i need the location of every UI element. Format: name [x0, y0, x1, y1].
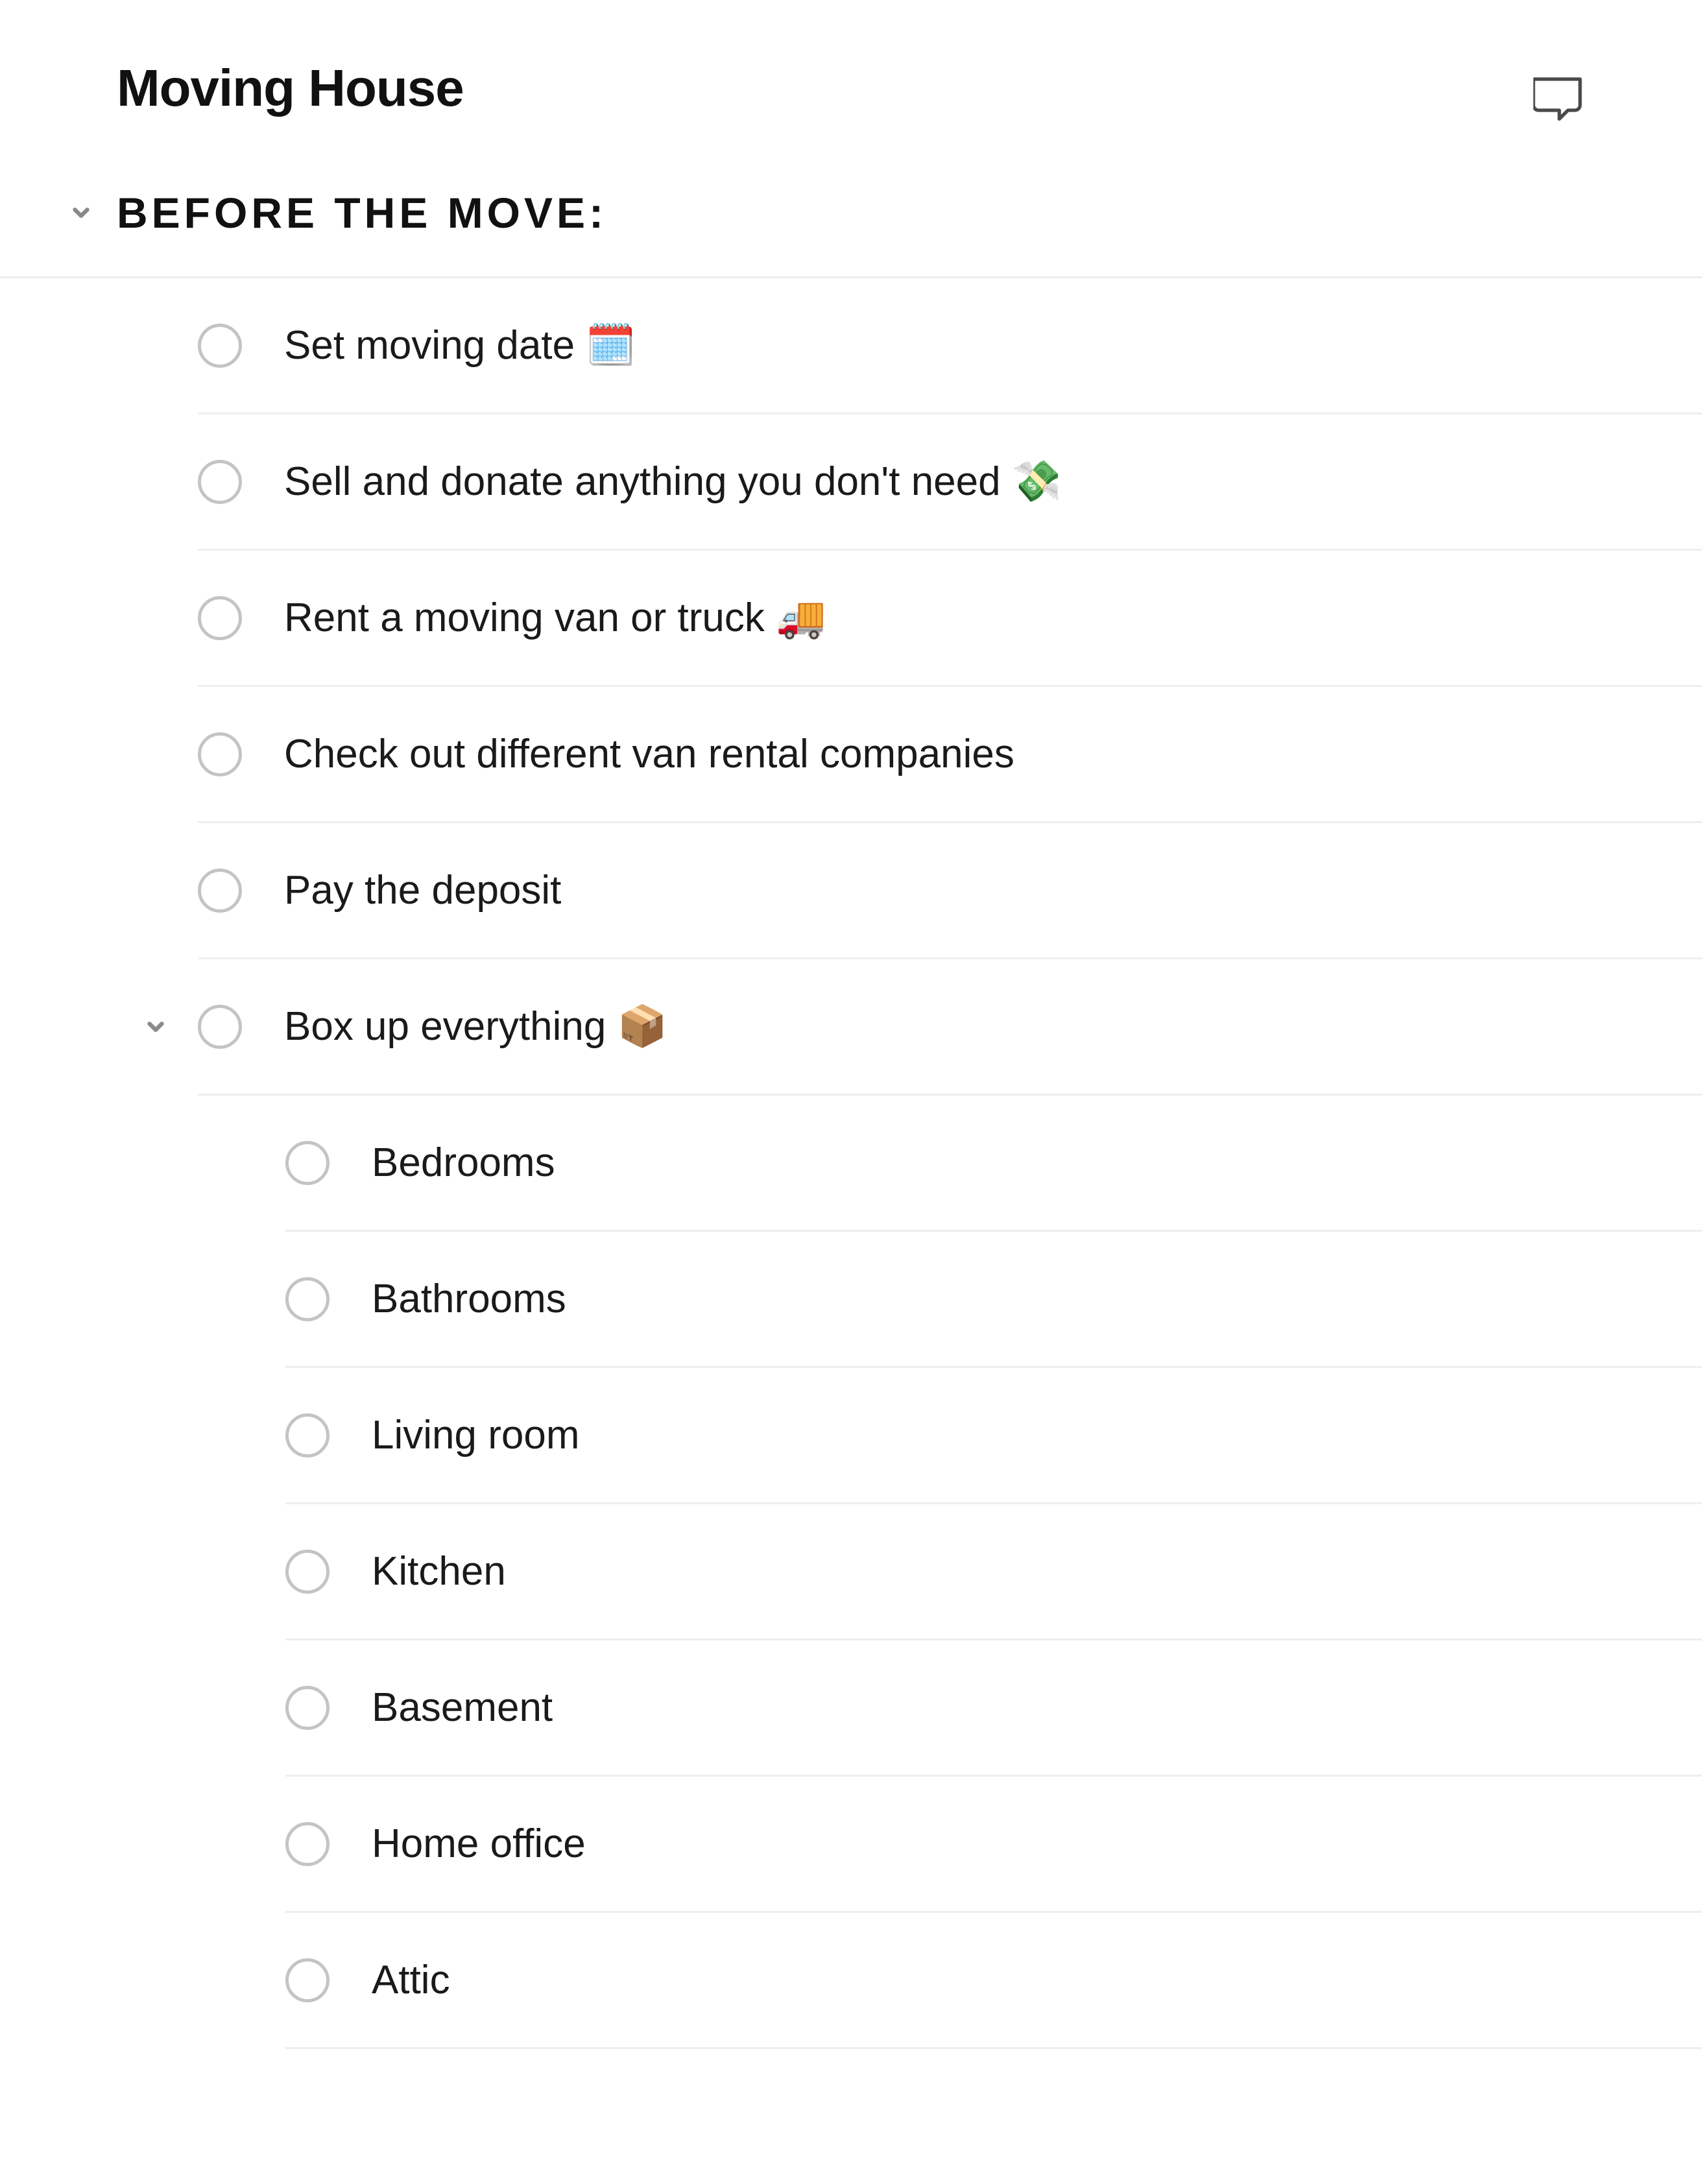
checkbox[interactable] — [198, 869, 242, 913]
checkbox[interactable] — [285, 1550, 330, 1594]
task-item[interactable]: Check out different van rental companies — [198, 687, 1702, 823]
task-label: Living room — [372, 1412, 579, 1458]
section-title-text: BEFORE THE MOVE — [117, 189, 589, 237]
task-item[interactable]: Kitchen — [285, 1504, 1702, 1640]
task-item[interactable]: Box up everything 📦 — [198, 959, 1702, 1096]
section-header: BEFORE THE MOVE: — [0, 188, 1702, 237]
checkbox[interactable] — [198, 732, 242, 776]
task-label: Attic — [372, 1957, 450, 2003]
task-label: Bedrooms — [372, 1140, 555, 1186]
task-label: Home office — [372, 1821, 586, 1867]
task-label: Sell and donate anything you don't need … — [284, 458, 1062, 505]
checkbox[interactable] — [198, 324, 242, 368]
checkbox[interactable] — [285, 1141, 330, 1185]
section-title: BEFORE THE MOVE: — [117, 188, 603, 237]
task-item[interactable]: Home office — [285, 1777, 1702, 1913]
task-label: Kitchen — [372, 1548, 506, 1594]
task-item[interactable]: Set moving date 🗓️ — [198, 278, 1702, 414]
task-label: Rent a moving van or truck 🚚 — [284, 594, 826, 642]
task-item[interactable]: Basement — [285, 1640, 1702, 1777]
task-item[interactable]: Living room — [285, 1368, 1702, 1504]
checkbox[interactable] — [198, 596, 242, 640]
task-label: Basement — [372, 1685, 553, 1731]
task-list: Set moving date 🗓️ Sell and donate anyth… — [0, 276, 1702, 2049]
checkbox[interactable] — [198, 1005, 242, 1049]
task-label: Check out different van rental companies — [284, 731, 1014, 777]
section-title-suffix: : — [589, 189, 603, 237]
task-label: Set moving date 🗓️ — [284, 322, 636, 369]
task-item[interactable]: Rent a moving van or truck 🚚 — [198, 551, 1702, 687]
page-title: Moving House — [117, 58, 464, 118]
checkbox[interactable] — [285, 1686, 330, 1730]
task-item[interactable]: Attic — [285, 1913, 1702, 2049]
comment-icon[interactable] — [1533, 71, 1585, 126]
task-label: Pay the deposit — [284, 867, 561, 913]
task-label: Bathrooms — [372, 1276, 566, 1322]
task-label: Box up everything 📦 — [284, 1003, 667, 1050]
chevron-down-icon[interactable] — [65, 197, 97, 229]
task-item[interactable]: Sell and donate anything you don't need … — [198, 414, 1702, 551]
checkbox[interactable] — [285, 1822, 330, 1866]
checkbox[interactable] — [285, 1277, 330, 1321]
task-item[interactable]: Bathrooms — [285, 1232, 1702, 1368]
checkbox[interactable] — [285, 1413, 330, 1458]
checkbox[interactable] — [285, 1958, 330, 2002]
checkbox[interactable] — [198, 460, 242, 504]
task-item[interactable]: Pay the deposit — [198, 823, 1702, 959]
chevron-down-icon[interactable] — [139, 1011, 172, 1043]
task-item[interactable]: Bedrooms — [285, 1096, 1702, 1232]
